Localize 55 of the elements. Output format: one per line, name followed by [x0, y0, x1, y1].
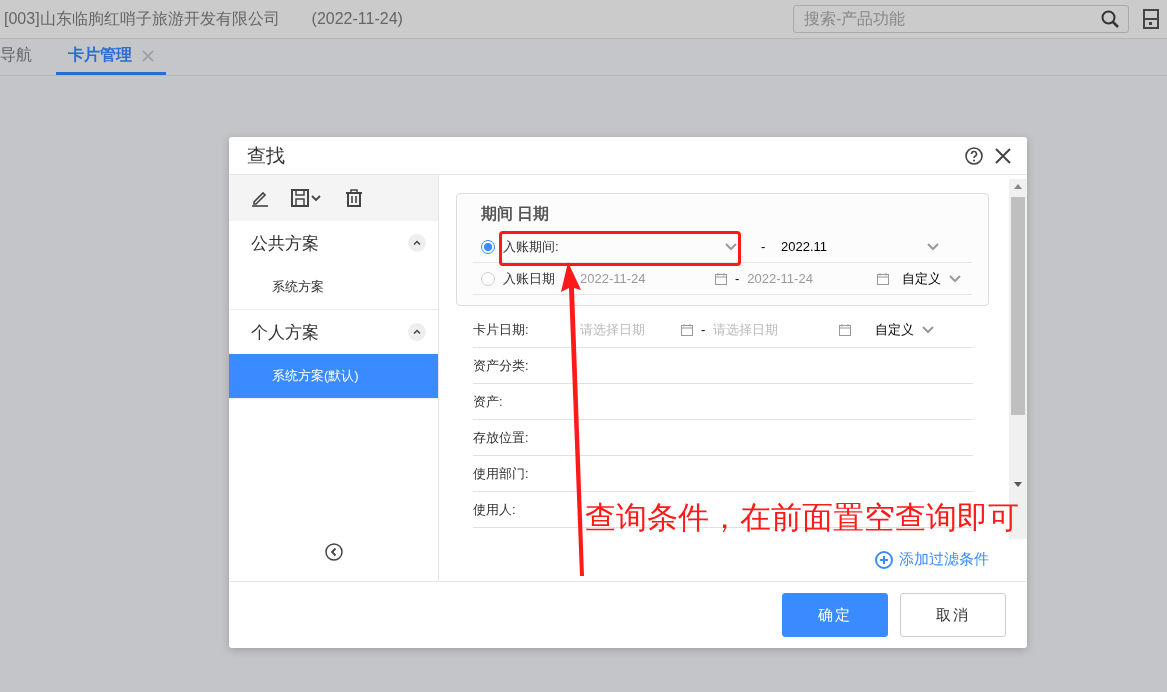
- calendar-icon[interactable]: [681, 323, 693, 336]
- date-field[interactable]: 请选择日期: [713, 320, 840, 339]
- scheme-item[interactable]: 系统方案(默认): [229, 354, 438, 398]
- field-label: 使用人:: [473, 500, 517, 519]
- radio-button[interactable]: [481, 271, 495, 286]
- field-label: 入账期间:: [503, 237, 560, 256]
- company-name: [003]山东临朐红哨子旅游开发有限公司: [4, 8, 280, 29]
- trash-icon[interactable]: [345, 189, 363, 207]
- panel-title: 期间 日期: [481, 204, 551, 224]
- chevron-up-icon[interactable]: [408, 323, 426, 341]
- pencil-icon[interactable]: [251, 189, 269, 207]
- tab[interactable]: 导航: [0, 45, 44, 75]
- range-separator: -: [735, 271, 740, 286]
- scheme-item[interactable]: 系统方案: [229, 265, 438, 309]
- group-title: 公共方案: [251, 232, 319, 255]
- date-field[interactable]: 请选择日期: [580, 320, 681, 339]
- date-value[interactable]: 2022-11-24: [580, 271, 715, 286]
- scroll-up-icon[interactable]: [1014, 184, 1022, 189]
- range-separator: -: [701, 322, 706, 337]
- collapse-left-icon[interactable]: [324, 543, 343, 561]
- radio-button[interactable]: [481, 239, 495, 254]
- save-menu-icon[interactable]: [291, 189, 323, 207]
- help-icon[interactable]: [965, 146, 983, 165]
- field-label: 卡片日期:: [473, 320, 530, 339]
- annotation-text: 查询条件，在前面置空查询即可: [585, 499, 1019, 537]
- chevron-down-icon[interactable]: [927, 242, 939, 251]
- dialog-title: 查找: [247, 143, 285, 168]
- confirm-button[interactable]: 确定: [782, 593, 888, 637]
- plus-circle-icon[interactable]: [875, 550, 893, 569]
- field-label: 存放位置:: [473, 428, 530, 447]
- field-label: 资产:: [473, 392, 504, 411]
- field-label: 入账日期: [503, 269, 556, 288]
- search-icon[interactable]: [1101, 10, 1119, 28]
- mode-select[interactable]: 自定义: [875, 320, 915, 339]
- cancel-button[interactable]: 取消: [900, 593, 1006, 637]
- period-value[interactable]: 2022.11: [781, 239, 927, 254]
- date-value[interactable]: 2022-11-24: [747, 271, 878, 286]
- chevron-down-icon[interactable]: [922, 325, 935, 334]
- tab[interactable]: 卡片管理: [56, 45, 166, 75]
- field-label: 资产分类:: [473, 356, 530, 375]
- chevron-down-icon[interactable]: [725, 242, 737, 251]
- chevron-up-icon[interactable]: [408, 234, 426, 252]
- field-label: 使用部门:: [473, 464, 530, 483]
- current-date: (2022-11-24): [311, 10, 403, 28]
- calendar-icon[interactable]: [839, 323, 852, 336]
- close-icon[interactable]: [995, 147, 1011, 164]
- calendar-icon[interactable]: [877, 272, 890, 285]
- range-separator: -: [761, 239, 767, 254]
- calendar-icon[interactable]: [715, 272, 727, 285]
- search-field[interactable]: 搜索-产品功能: [793, 5, 1129, 33]
- group-title: 个人方案: [251, 321, 319, 344]
- scroll-down-icon[interactable]: [1014, 482, 1022, 487]
- add-filter-link[interactable]: 添加过滤条件: [875, 550, 989, 569]
- chevron-down-icon[interactable]: [949, 274, 962, 283]
- mode-select[interactable]: 自定义: [902, 269, 942, 288]
